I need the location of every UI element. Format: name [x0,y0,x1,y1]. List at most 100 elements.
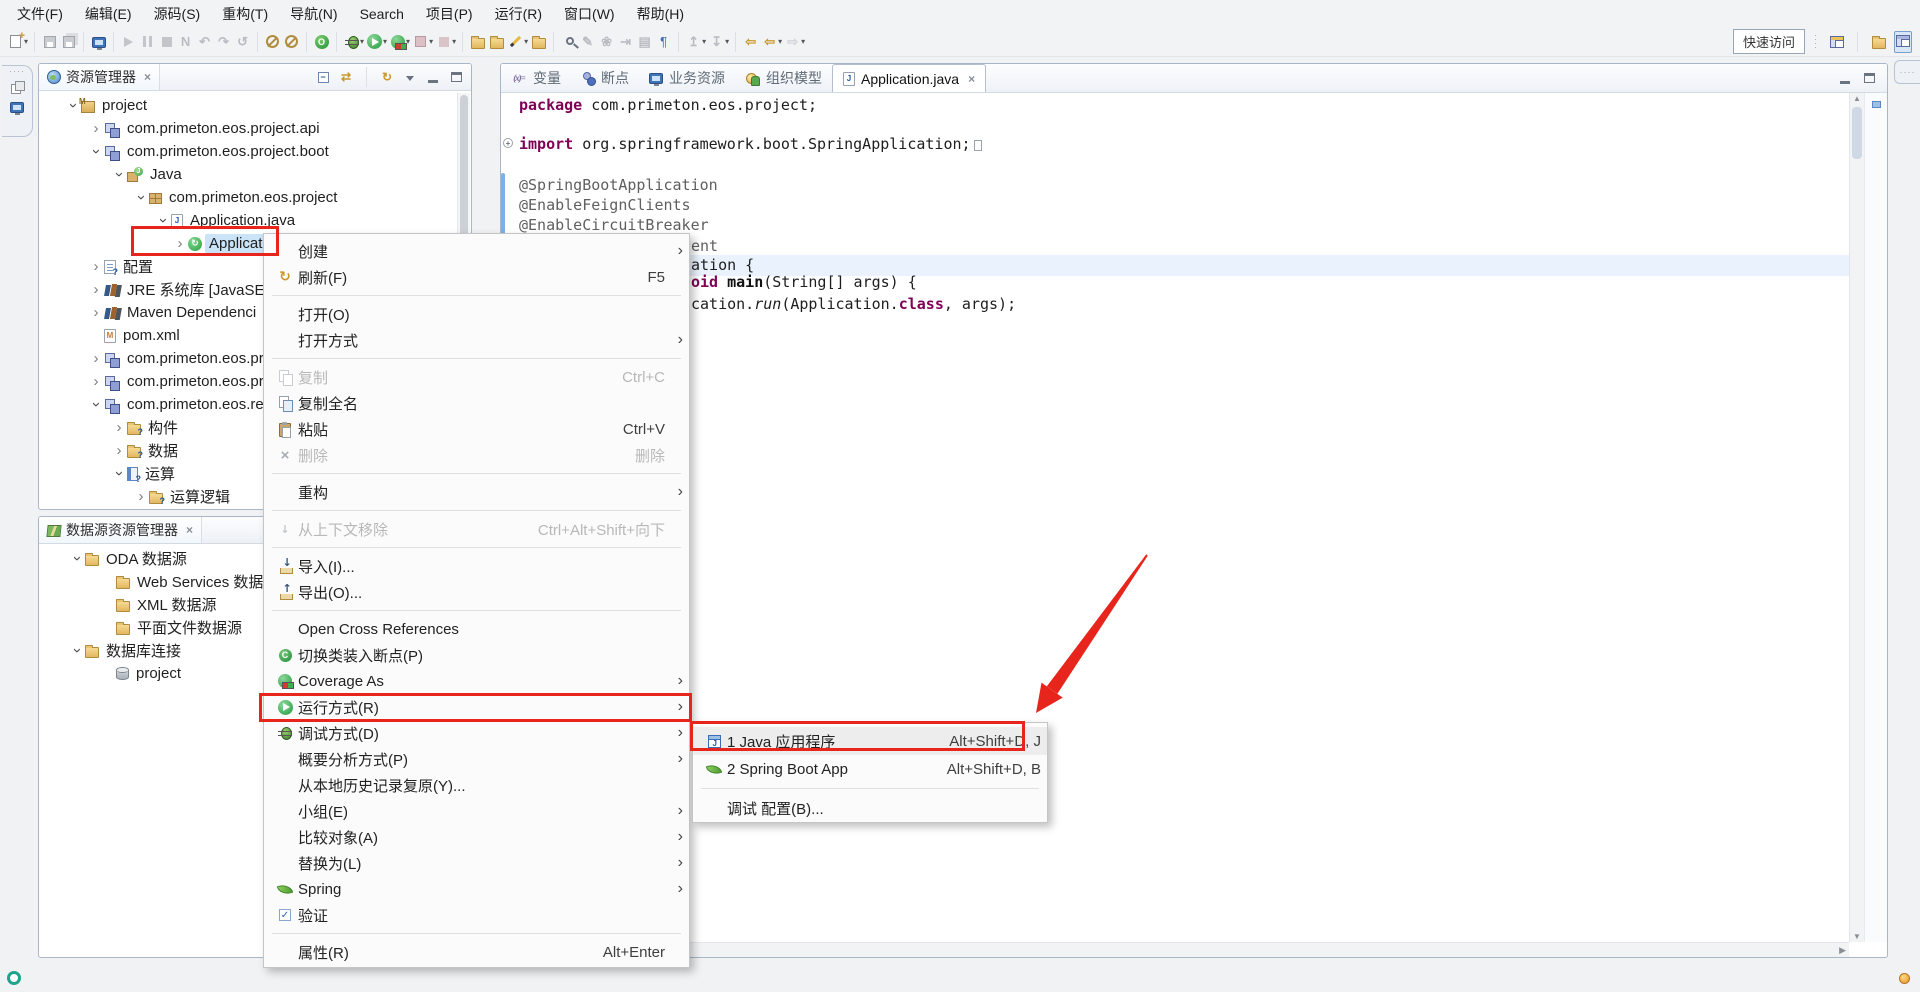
notification-icon[interactable] [1899,973,1910,984]
resume-icon[interactable] [119,32,138,51]
open-resource-icon[interactable] [487,32,506,51]
next-annotation-icon[interactable]: ↧ [707,32,726,51]
chevron-collapsed-icon[interactable] [88,374,104,389]
close-icon[interactable]: × [968,72,975,86]
menu-item-toggle-class-load-breakpoint[interactable]: 切换类装入断点(P) [264,642,689,668]
chevron-collapsed-icon[interactable] [111,420,127,435]
menu-item-compare-with[interactable]: 比较对象(A) [264,824,689,850]
drag-handle-icon[interactable]: ···· [1900,70,1916,75]
tree-item-java[interactable]: Java [39,163,471,186]
menu-item-coverage-as[interactable]: Coverage As [264,668,689,694]
menu-item-refactor[interactable]: 重构 [264,479,689,505]
menu-item-new[interactable]: 创建 [264,238,689,264]
maximize-view-icon[interactable] [448,69,464,85]
search-icon[interactable] [559,32,578,51]
menu-window[interactable]: 窗口(W) [553,0,626,28]
editor-horizontal-scrollbar[interactable]: ◀▶ [501,942,1849,957]
externalize-strings-icon[interactable]: ❀ [597,32,616,51]
tab-org-model[interactable]: 组织模型 [735,64,832,92]
menu-item-open-cross-references[interactable]: Open Cross References [264,616,689,642]
menu-item-open[interactable]: 打开(O) [264,301,689,327]
open-perspective-icon[interactable] [1827,32,1846,51]
save-icon[interactable] [40,32,59,51]
skip-breakpoints-icon[interactable] [263,32,282,51]
chevron-collapsed-icon[interactable] [133,489,149,504]
tree-item-application-java[interactable]: Application.java [39,209,471,232]
menu-item-replace-with[interactable]: 替换为(L) [264,850,689,876]
menu-item-team[interactable]: 小组(E) [264,798,689,824]
chevron-collapsed-icon[interactable] [88,351,104,366]
console-icon[interactable] [89,32,108,51]
submenu-item-spring-boot-app[interactable]: 2 Spring Boot AppAlt+Shift+D, B [693,755,1047,783]
chevron-collapsed-icon[interactable] [111,443,127,458]
save-all-icon[interactable] [59,32,78,51]
tree-item-module-api[interactable]: com.primeton.eos.project.api [39,117,471,140]
back-icon[interactable]: ⇦ [760,32,779,51]
menu-item-refresh[interactable]: 刷新(F)F5 [264,264,689,290]
tree-item-module-boot[interactable]: com.primeton.eos.project.boot [39,140,471,163]
console-view-icon[interactable] [10,102,24,113]
menu-item-validate[interactable]: 验证 [264,902,689,928]
submenu-item-java-application[interactable]: 1 Java 应用程序Alt+Shift+D, J [693,727,1047,755]
pen-icon[interactable] [506,32,525,51]
spring-boot-icon[interactable] [312,32,331,51]
chevron-expanded-icon[interactable] [111,167,127,182]
chevron-collapsed-icon[interactable] [88,282,104,297]
relaunch-icon[interactable] [434,32,453,51]
menu-project[interactable]: 项目(P) [415,0,484,28]
menu-run[interactable]: 运行(R) [484,0,553,28]
chevron-expanded-icon[interactable] [88,397,104,412]
minimize-view-icon[interactable] [425,69,441,85]
menu-item-run-as[interactable]: 运行方式(R) [264,694,689,720]
menu-search[interactable]: Search [349,2,415,26]
chevron-collapsed-icon[interactable] [88,121,104,136]
tab-application-java[interactable]: Application.java× [832,64,986,92]
disconnect-icon[interactable]: N [176,32,195,51]
tab-business-resource[interactable]: 业务资源 [639,64,735,92]
menu-navigate[interactable]: 导航(N) [279,0,348,28]
editor-list-icon[interactable]: ▤ [635,32,654,51]
collapse-all-icon[interactable]: − [315,69,331,85]
fold-expand-icon[interactable]: + [503,138,513,148]
menu-item-paste[interactable]: 粘贴Ctrl+V [264,416,689,442]
new-wizard-icon[interactable] [6,32,25,51]
open-type-icon[interactable] [468,32,487,51]
chevron-expanded-icon[interactable] [69,551,85,566]
run-icon[interactable] [365,32,384,51]
editor-vertical-scrollbar[interactable]: ▲ ▼ [1849,93,1864,942]
active-perspective-button[interactable] [1894,31,1912,53]
previous-annotation-icon[interactable]: ↥ [684,32,703,51]
suspend-icon[interactable] [138,32,157,51]
chevron-expanded-icon[interactable] [111,466,127,481]
toggle-mark-occurrences-icon[interactable]: ✎ [578,32,597,51]
chevron-expanded-icon[interactable] [69,643,85,658]
menu-item-spring[interactable]: Spring [264,876,689,902]
menu-file[interactable]: 文件(F) [6,0,74,28]
tree-item-project[interactable]: project [39,94,471,117]
view-menu-icon[interactable] [402,69,418,85]
restore-view-icon[interactable] [11,81,24,94]
profile-icon[interactable] [411,32,430,51]
terminate-icon[interactable] [157,32,176,51]
scroll-right-icon[interactable]: ▶ [1839,945,1846,956]
chevron-expanded-icon[interactable] [133,190,149,205]
menu-item-import[interactable]: 导入(I)... [264,553,689,579]
scrollbar-thumb[interactable] [1852,107,1862,159]
menu-item-open-with[interactable]: 打开方式 [264,327,689,353]
word-completion-icon[interactable]: ⇥ [616,32,635,51]
minimize-editor-icon[interactable] [1837,70,1853,86]
menu-item-properties[interactable]: 属性(R)Alt+Enter [264,939,689,965]
folded-imports-icon[interactable] [974,140,982,151]
chevron-collapsed-icon[interactable] [88,259,104,274]
tab-resource-explorer[interactable]: 资源管理器 × [39,64,160,90]
menu-item-copy-qualified-name[interactable]: 复制全名 [264,390,689,416]
link-with-editor-icon[interactable]: ⇄ [338,69,354,85]
tree-item-package[interactable]: com.primeton.eos.project [39,186,471,209]
quick-access-button[interactable]: 快速访问 [1733,29,1805,54]
last-edit-location-icon[interactable]: ⇦ [741,32,760,51]
tab-variables[interactable]: 变量 [501,64,571,92]
menu-item-restore-from-local-history[interactable]: 从本地历史记录复原(Y)... [264,772,689,798]
step-return-icon[interactable]: ↺ [233,32,252,51]
submenu-item-debug-configurations[interactable]: 调试 配置(B)... [693,794,1047,822]
menu-help[interactable]: 帮助(H) [626,0,695,28]
